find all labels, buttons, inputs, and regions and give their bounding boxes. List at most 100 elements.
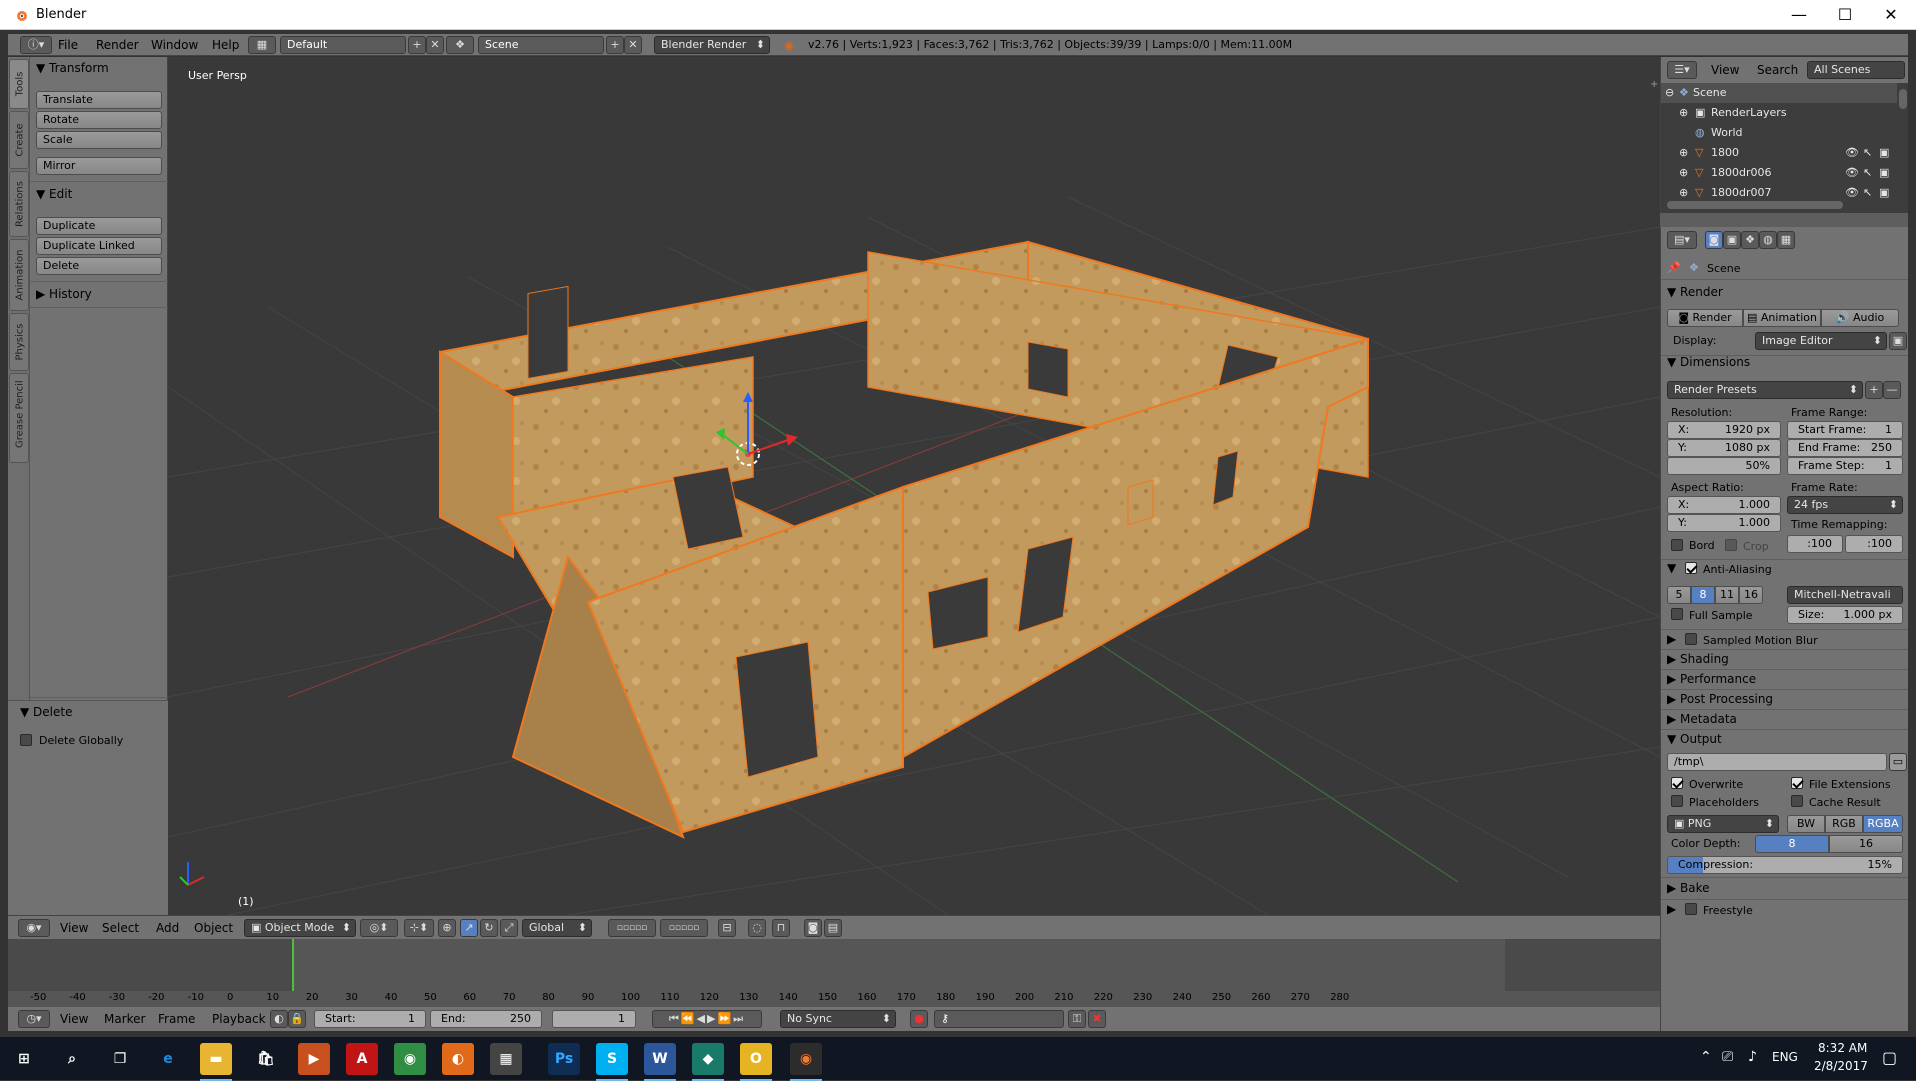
edge-icon[interactable]: e (152, 1043, 184, 1075)
mirror-button[interactable]: Mirror (36, 157, 162, 175)
word-icon[interactable]: W (644, 1043, 676, 1081)
history-panel-header[interactable]: ▶ History (36, 287, 92, 301)
tab-create[interactable]: Create (9, 111, 29, 169)
bake-panel-header[interactable]: ▶ Bake (1667, 881, 1710, 895)
current-frame-field[interactable]: 1 (552, 1010, 636, 1028)
render-camera-icon[interactable]: ▣ (1879, 143, 1889, 163)
menu-playback[interactable]: Playback (212, 1012, 266, 1026)
freestyle-checkbox[interactable] (1685, 903, 1697, 915)
select-arrow-icon[interactable]: ↖ (1863, 163, 1872, 183)
display-select[interactable]: Image Editor ⬍ (1755, 332, 1887, 350)
media-icon[interactable]: ▶ (298, 1043, 330, 1075)
app-icon[interactable]: ◆ (692, 1043, 724, 1081)
delete-globally-checkbox[interactable] (20, 734, 32, 746)
bw-button[interactable]: BW (1787, 815, 1825, 833)
render-button[interactable]: ◙ Render (1667, 309, 1743, 327)
add-preset-icon[interactable]: + (1865, 381, 1883, 399)
add-scene-icon[interactable]: + (606, 36, 624, 54)
pin-icon[interactable]: 📌 (1667, 261, 1681, 274)
outliner-row-renderlayers[interactable]: ⊕ ▣ RenderLayers (1661, 103, 1897, 123)
visibility-eye-icon[interactable]: 👁 (1845, 143, 1859, 163)
anti-aliasing-checkbox[interactable] (1685, 562, 1697, 574)
dimensions-panel-header[interactable]: ▼ Dimensions (1667, 355, 1750, 369)
menu-help[interactable]: Help (212, 38, 239, 52)
insert-keyframe-icon[interactable]: ⚿ (1068, 1010, 1086, 1028)
audio-button[interactable]: 🔊 Audio (1821, 309, 1899, 327)
end-frame-field[interactable]: End: 250 (430, 1010, 542, 1028)
lock-interface-icon[interactable]: ▣ (1889, 332, 1907, 350)
display-mode-select[interactable]: All Scenes (1807, 61, 1905, 79)
render-engine-select[interactable]: Blender Render ⬍ (654, 36, 770, 54)
render-camera-icon[interactable]: ▣ (1879, 163, 1889, 183)
file-extensions-checkbox[interactable] (1791, 777, 1803, 789)
delete-button[interactable]: Delete (36, 257, 162, 275)
render-context-icon[interactable]: ◙ (1705, 231, 1723, 249)
menu-select[interactable]: Select (102, 921, 139, 935)
rotate-button[interactable]: Rotate (36, 111, 162, 129)
tab-animation[interactable]: Animation (9, 239, 29, 311)
vertical-scrollbar[interactable] (1899, 89, 1907, 109)
menu-search[interactable]: Search (1757, 63, 1798, 77)
delete-keyframe-icon[interactable]: ✖ (1088, 1010, 1106, 1028)
volume-icon[interactable]: ♪ (1748, 1049, 1757, 1065)
screen-layout-field[interactable]: Default (280, 36, 406, 54)
menu-add[interactable]: Add (156, 921, 179, 935)
outliner-row-1800dr007[interactable]: ⊕ ▽ 1800dr007 👁 ↖ ▣ (1661, 183, 1897, 203)
object-mode-select[interactable]: ▣ Object Mode ⬍ (244, 919, 356, 937)
tab-physics[interactable]: Physics (9, 313, 29, 371)
end-frame-field[interactable]: End Frame: 250 (1787, 439, 1903, 457)
menu-window[interactable]: Window (151, 38, 198, 52)
language-indicator[interactable]: ENG (1772, 1050, 1798, 1064)
editor-type-timeline-icon[interactable]: ◷▾ (18, 1010, 50, 1028)
motion-blur-panel-header[interactable]: ▶ (1667, 632, 1676, 646)
output-path-field[interactable]: /tmp\ (1667, 753, 1887, 771)
x-manipulator-arrow[interactable] (747, 439, 789, 455)
viewport-shading-icon[interactable]: ◎⬍ (360, 919, 398, 937)
photoshop-icon[interactable]: Ps (548, 1043, 580, 1075)
translate-button[interactable]: Translate (36, 91, 162, 109)
remap-new-field[interactable]: :100 (1845, 535, 1903, 553)
keying-set-field[interactable]: ⚷ (934, 1010, 1064, 1028)
resolution-percentage-field[interactable]: 50% (1667, 457, 1781, 475)
scene-icon[interactable]: ❖ (446, 36, 474, 54)
animation-button[interactable]: ▤ Animation (1743, 309, 1821, 327)
aspect-y-field[interactable]: Y: 1.000 (1667, 514, 1781, 532)
render-animation-icon[interactable]: ▤ (824, 919, 842, 937)
outliner-row-1800dr006[interactable]: ⊕ ▽ 1800dr006 👁 ↖ ▣ (1661, 163, 1897, 183)
manipulator-toggle-icon[interactable]: ⊕ (438, 919, 456, 937)
rgb-button[interactable]: RGB (1825, 815, 1863, 833)
resolution-y-field[interactable]: Y: 1080 px (1667, 439, 1781, 457)
task-view-icon[interactable]: ❐ (104, 1043, 136, 1075)
world-context-icon[interactable]: ◍ (1759, 231, 1777, 249)
plus-icon[interactable]: + (1650, 79, 1658, 90)
skype-icon[interactable]: S (596, 1043, 628, 1081)
tray-chevron-icon[interactable]: ⌃ (1700, 1049, 1712, 1065)
menu-view[interactable]: View (60, 1012, 88, 1026)
firefox-icon[interactable]: ◐ (442, 1043, 474, 1075)
editor-type-info-icon[interactable]: ⓘ▾ (20, 36, 52, 54)
duplicate-linked-button[interactable]: Duplicate Linked (36, 237, 162, 255)
depth-8-button[interactable]: 8 (1755, 835, 1829, 853)
folder-icon[interactable]: ▭ (1889, 753, 1907, 771)
maximize-button[interactable]: ☐ (1822, 0, 1868, 30)
file-format-select[interactable]: ▣ PNG ⬍ (1667, 815, 1779, 833)
3d-viewport[interactable]: User Persp (1) + (168, 57, 1660, 915)
layers-grid-2-icon[interactable]: ▫▫▫▫▫ (660, 919, 708, 937)
layer-lock-icon[interactable]: ⊟ (718, 919, 736, 937)
transform-orientation-select[interactable]: Global ⬍ (522, 919, 592, 937)
border-checkbox[interactable] (1671, 539, 1683, 551)
outliner-row-1800[interactable]: ⊕ ▽ 1800 👁 ↖ ▣ (1661, 143, 1897, 163)
placeholders-checkbox[interactable] (1671, 795, 1683, 807)
chrome-icon[interactable]: ◉ (394, 1043, 426, 1075)
clock-date[interactable]: 2/8/2017 (1814, 1059, 1868, 1073)
file-explorer-icon[interactable]: ▬ (200, 1043, 232, 1081)
outlook-icon[interactable]: O (740, 1043, 772, 1081)
rotate-manipulator-icon[interactable]: ↻ (480, 919, 498, 937)
acrobat-icon[interactable]: A (346, 1043, 378, 1075)
output-panel-header[interactable]: ▼ Output (1667, 732, 1722, 746)
cache-result-checkbox[interactable] (1791, 795, 1803, 807)
depth-16-button[interactable]: 16 (1829, 835, 1903, 853)
visibility-eye-icon[interactable]: 👁 (1845, 183, 1859, 203)
remove-preset-icon[interactable]: — (1883, 381, 1901, 399)
record-icon[interactable]: ● (910, 1010, 928, 1028)
